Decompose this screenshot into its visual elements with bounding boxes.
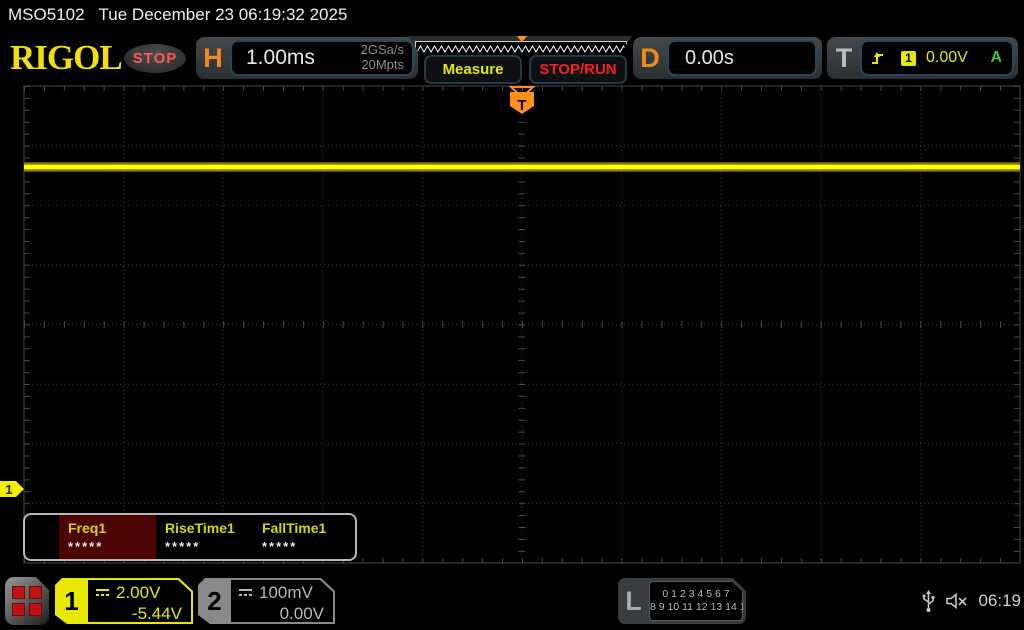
channel2-panel: 100mV 0.00V (231, 580, 333, 622)
logic-channels-panel: 0 1 2 3 4 5 6 7 8 9 10 11 12 13 14 15 (649, 581, 743, 621)
delay-block[interactable]: D 0.00s (633, 37, 822, 79)
channel2-badge[interactable]: 2 100mV 0.00V (198, 578, 335, 624)
timebase-value: 1.00ms (246, 46, 315, 69)
measurement-name: FallTime1 (262, 520, 327, 536)
memory-depth: 20Mpts (361, 57, 404, 72)
horizontal-block[interactable]: H 1.00ms 2GSa/s 20Mpts (196, 37, 418, 79)
measurement-risetime1[interactable]: RiseTime1 ***** (156, 515, 253, 559)
system-tray: 06:19 (921, 578, 1021, 624)
logic-label: L (625, 585, 642, 616)
menu-grid-squares (12, 586, 42, 616)
usb-icon[interactable] (921, 589, 936, 613)
logic-channels-badge[interactable]: L 0 1 2 3 4 5 6 7 8 9 10 11 12 13 14 15 (618, 578, 746, 624)
preview-window (415, 41, 627, 55)
delay-panel[interactable]: 0.00s (667, 40, 817, 76)
horizontal-panel[interactable]: 1.00ms 2GSa/s 20Mpts (230, 40, 414, 76)
waveform-preview-strip[interactable] (408, 36, 632, 54)
channel1-offset: -5.44V (131, 604, 182, 623)
sample-rate-memory: 2GSa/s 20Mpts (361, 43, 412, 72)
trigger-marker[interactable]: T (508, 86, 536, 114)
measurement-name: RiseTime1 (165, 520, 235, 536)
rising-edge-icon (872, 52, 883, 64)
speaker-muted-icon[interactable] (945, 592, 969, 610)
channel1-marker-label: 1 (5, 482, 12, 497)
trigger-level-value: 0.00V (926, 49, 968, 66)
trigger-source-badge: 1 (901, 50, 916, 66)
trigger-marker-label: T (517, 97, 526, 114)
channel1-badge[interactable]: 1 2.00V -5.44V (55, 578, 193, 624)
oscilloscope-screen: MSO5102 Tue December 23 06:19:32 2025 RIG… (0, 0, 1024, 630)
dc-coupling-icon (238, 588, 253, 598)
model-name: MSO5102 (8, 5, 85, 24)
channel1-number[interactable]: 1 (55, 578, 88, 624)
ch1-trace[interactable] (24, 162, 1020, 172)
channel2-scale: 100mV (259, 583, 313, 602)
stop-run-button[interactable]: STOP/RUN (529, 55, 627, 84)
delay-value: 0.00s (685, 46, 734, 69)
channel2-number[interactable]: 2 (198, 578, 231, 624)
trigger-label: T (835, 42, 853, 73)
dc-coupling-icon (95, 588, 110, 598)
measurement-results-box[interactable]: Freq1 ***** RiseTime1 ***** FallTime1 **… (23, 513, 357, 561)
measurement-value: ***** (68, 539, 104, 554)
menu-grid-icon[interactable] (5, 577, 49, 625)
clock-time: 06:19 (978, 591, 1021, 610)
status-bar: MSO5102 Tue December 23 06:19:32 2025 (8, 0, 347, 30)
channel1-panel: 2.00V -5.44V (88, 580, 191, 622)
measure-button[interactable]: Measure (424, 55, 522, 84)
graticule[interactable]: T 1 (0, 84, 1024, 566)
measurement-freq1[interactable]: Freq1 ***** (59, 515, 156, 559)
horizontal-label: H (203, 42, 223, 73)
run-state-indicator[interactable]: STOP (124, 44, 186, 73)
trigger-block[interactable]: T 1 0.00V A (827, 37, 1018, 79)
logic-row-0-7: 0 1 2 3 4 5 6 7 (662, 588, 730, 600)
delay-label: D (640, 42, 660, 73)
measurement-name: Freq1 (68, 520, 107, 536)
sample-rate: 2GSa/s (360, 42, 404, 58)
trigger-mode-auto: A (990, 49, 1002, 66)
measurement-value: ***** (165, 539, 201, 554)
rigol-logo: RIGOL (10, 38, 123, 77)
measurement-falltime1[interactable]: FallTime1 ***** (253, 515, 350, 559)
measurement-value: ***** (262, 539, 298, 554)
channel2-offset: 0.00V (279, 604, 324, 623)
trigger-position-icon[interactable] (515, 34, 529, 42)
trigger-panel[interactable]: 1 0.00V A (860, 40, 1014, 76)
channel1-scale: 2.00V (116, 583, 161, 602)
datetime: Tue December 23 06:19:32 2025 (98, 5, 348, 24)
channel1-offset-marker[interactable]: 1 (0, 481, 24, 497)
logic-row-8-15: 8 9 10 11 12 13 14 15 (650, 601, 752, 613)
preview-zigzag-waveform (416, 43, 626, 55)
